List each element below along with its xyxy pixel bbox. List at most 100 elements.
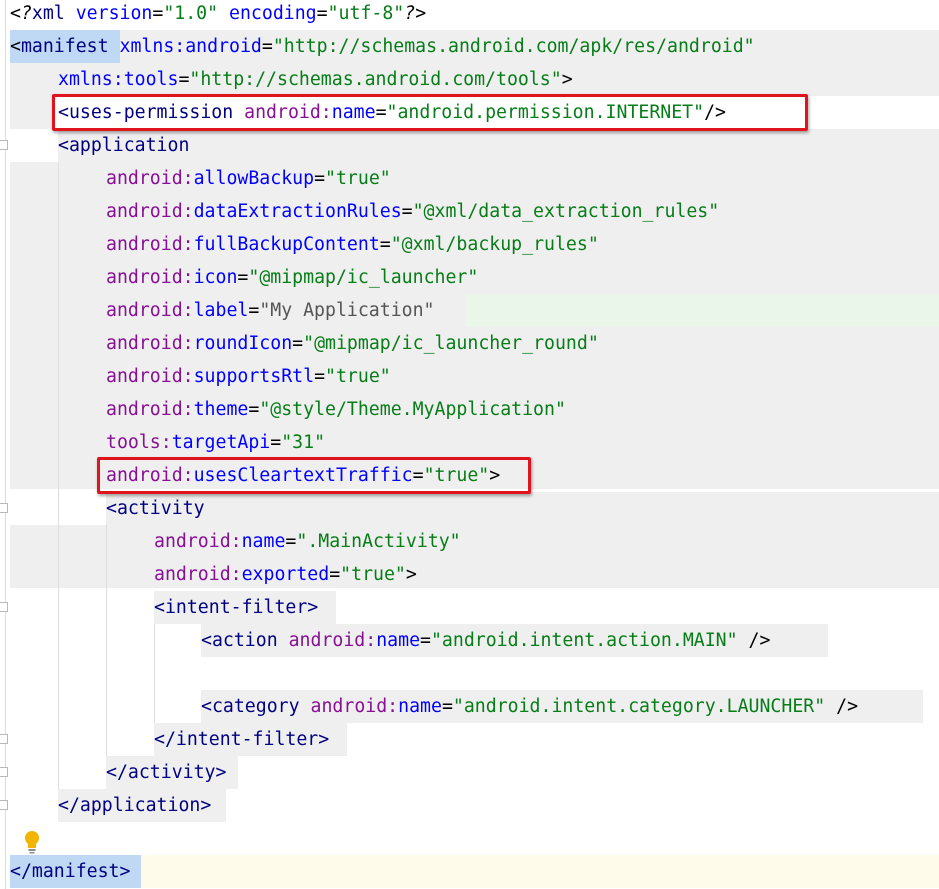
attr-name: name — [376, 630, 421, 651]
attr-value: "android.intent.category.LAUNCHER" — [452, 696, 826, 717]
code-line-attr-icon[interactable]: android:icon="@mipmap/ic_launcher" — [106, 261, 478, 294]
pi-close: ?> — [404, 3, 427, 24]
code-line-category[interactable]: <category android:name="android.intent.c… — [201, 690, 858, 723]
attr-name: targetApi — [171, 432, 271, 453]
code-line-manifest-close[interactable]: </manifest> — [10, 855, 130, 888]
attr-ns: android: — [106, 399, 194, 420]
intent-filter-tag: <intent-filter> — [154, 597, 319, 618]
attr-value: "true" — [340, 564, 406, 585]
attr-value: "My Application" — [259, 300, 435, 321]
code-editor[interactable]: <?xml version="1.0" encoding="utf-8"?> <… — [0, 0, 939, 889]
code-line-attr-dataExtractionRules[interactable]: android:dataExtractionRules="@xml/data_e… — [106, 195, 719, 228]
attr-ns: tools: — [106, 432, 172, 453]
attr-ns: android: — [154, 564, 242, 585]
attr-value: "android.intent.action.MAIN" — [430, 630, 738, 651]
attr-ns: android: — [106, 168, 194, 189]
code-line-application-open[interactable]: <application — [58, 129, 189, 162]
attr-name: dataExtractionRules — [193, 201, 402, 222]
code-line-action[interactable]: <action android:name="android.intent.act… — [201, 624, 770, 657]
attr-name: name — [398, 696, 442, 717]
attr-ns: android: — [106, 234, 194, 255]
code-line-manifest-open[interactable]: <manifest xmlns:android="http://schemas.… — [10, 30, 755, 63]
pi-name: xml — [31, 3, 65, 24]
attr-name: name — [241, 531, 286, 552]
self-close: /> — [836, 696, 859, 717]
fold-marker-intent-filter-end[interactable] — [0, 734, 8, 744]
attr-ns: android: — [106, 300, 194, 321]
label-line-highlight — [465, 294, 939, 327]
attr-name: exported — [241, 564, 330, 585]
attr-name: supportsRtl — [193, 366, 315, 387]
activity-attrs-highlight — [10, 525, 939, 588]
manifest-close-tag: </manifest> — [10, 861, 131, 882]
attr-ns: android: — [288, 630, 377, 651]
activity-close-tag: </activity> — [106, 762, 227, 783]
code-line-attr-label[interactable]: android:label="My Application" — [106, 294, 435, 327]
fold-marker-application[interactable] — [0, 140, 8, 150]
code-line-activity-name[interactable]: android:name=".MainActivity" — [154, 525, 461, 558]
code-line-attr-allowBackup[interactable]: android:allowBackup="true" — [106, 162, 391, 195]
code-line-activity-open[interactable]: <activity — [106, 492, 205, 525]
attr-ns: android: — [106, 267, 194, 288]
application-tag: <application — [58, 135, 190, 156]
intent-filter-close-tag: </intent-filter> — [154, 729, 330, 750]
code-line-attr-roundIcon[interactable]: android:roundIcon="@mipmap/ic_launcher_r… — [106, 327, 599, 360]
category-tag: <category — [201, 696, 300, 717]
indent-guide — [154, 624, 155, 723]
code-line-activity-close[interactable]: </activity> — [106, 756, 226, 789]
attr-value: "@style/Theme.MyApplication" — [259, 399, 566, 420]
attr-value: ".MainActivity" — [296, 531, 461, 552]
attr-name: fullBackupContent — [193, 234, 380, 255]
application-open-highlight — [58, 129, 939, 162]
attr-name: theme — [193, 399, 249, 420]
pi-open: <? — [10, 3, 32, 24]
lightbulb-icon[interactable] — [23, 830, 41, 854]
gutter — [5, 0, 6, 889]
code-line-attr-theme[interactable]: android:theme="@style/Theme.MyApplicatio… — [106, 393, 566, 426]
attr-value: "@mipmap/ic_launcher_round" — [303, 333, 599, 354]
fold-marker-activity-end[interactable] — [0, 767, 8, 777]
code-line-application-close[interactable]: </application> — [58, 789, 211, 822]
caret-line-highlight — [10, 855, 939, 888]
attr-encoding: encoding — [229, 3, 317, 24]
code-line-attr-targetApi[interactable]: tools:targetApi="31" — [106, 426, 325, 459]
code-line-xmlns-tools[interactable]: xmlns:tools="http://schemas.android.com/… — [58, 63, 573, 96]
application-close-tag: </application> — [58, 795, 212, 816]
lt: < — [10, 36, 21, 57]
code-line-intent-filter-open[interactable]: <intent-filter> — [154, 591, 318, 624]
attr-ns: android: — [310, 696, 399, 717]
attr-ns: android: — [106, 201, 194, 222]
action-tag: <action — [201, 630, 278, 651]
indent-highlight — [10, 96, 55, 129]
code-line-attr-supportsRtl[interactable]: android:supportsRtl="true" — [106, 360, 391, 393]
code-line-activity-exported[interactable]: android:exported="true"> — [154, 558, 417, 591]
attr-ns: android: — [154, 531, 242, 552]
attr-value: "@xml/data_extraction_rules" — [412, 201, 720, 222]
code-line-intent-filter-close[interactable]: </intent-filter> — [154, 723, 329, 756]
attr-ns: android: — [106, 333, 194, 354]
attr-version: version — [75, 3, 153, 24]
attr-name: label — [193, 300, 249, 321]
code-line-xml-decl[interactable]: <?xml version="1.0" encoding="utf-8"?> — [10, 0, 426, 30]
val-xmlns-android: "http://schemas.android.com/apk/res/andr… — [272, 36, 755, 57]
val-encoding: "utf-8" — [327, 3, 405, 24]
annotation-box-internet-permission — [52, 94, 808, 131]
val-xmlns-tools: "http://schemas.android.com/tools" — [189, 69, 562, 90]
code-line-attr-fullBackupContent[interactable]: android:fullBackupContent="@xml/backup_r… — [106, 228, 599, 261]
fold-marker-activity[interactable] — [0, 503, 8, 513]
activity-tag: <activity — [106, 498, 205, 519]
attr-value: "true" — [325, 366, 391, 387]
activity-open-highlight — [106, 492, 939, 525]
attr-ns: android: — [106, 366, 194, 387]
attr-value: "31" — [281, 432, 326, 453]
attr-name: allowBackup — [193, 168, 315, 189]
attr-name: icon — [193, 267, 238, 288]
val-version: "1.0" — [163, 3, 219, 24]
fold-marker-application-end[interactable] — [0, 800, 8, 810]
indent-guide — [106, 525, 107, 756]
attr-xmlns-android: xmlns:android — [119, 36, 262, 57]
annotation-box-cleartext-traffic — [97, 457, 531, 494]
attr-value: "@xml/backup_rules" — [390, 234, 599, 255]
attr-value: "@mipmap/ic_launcher" — [248, 267, 479, 288]
fold-marker-intent-filter[interactable] — [0, 602, 8, 612]
